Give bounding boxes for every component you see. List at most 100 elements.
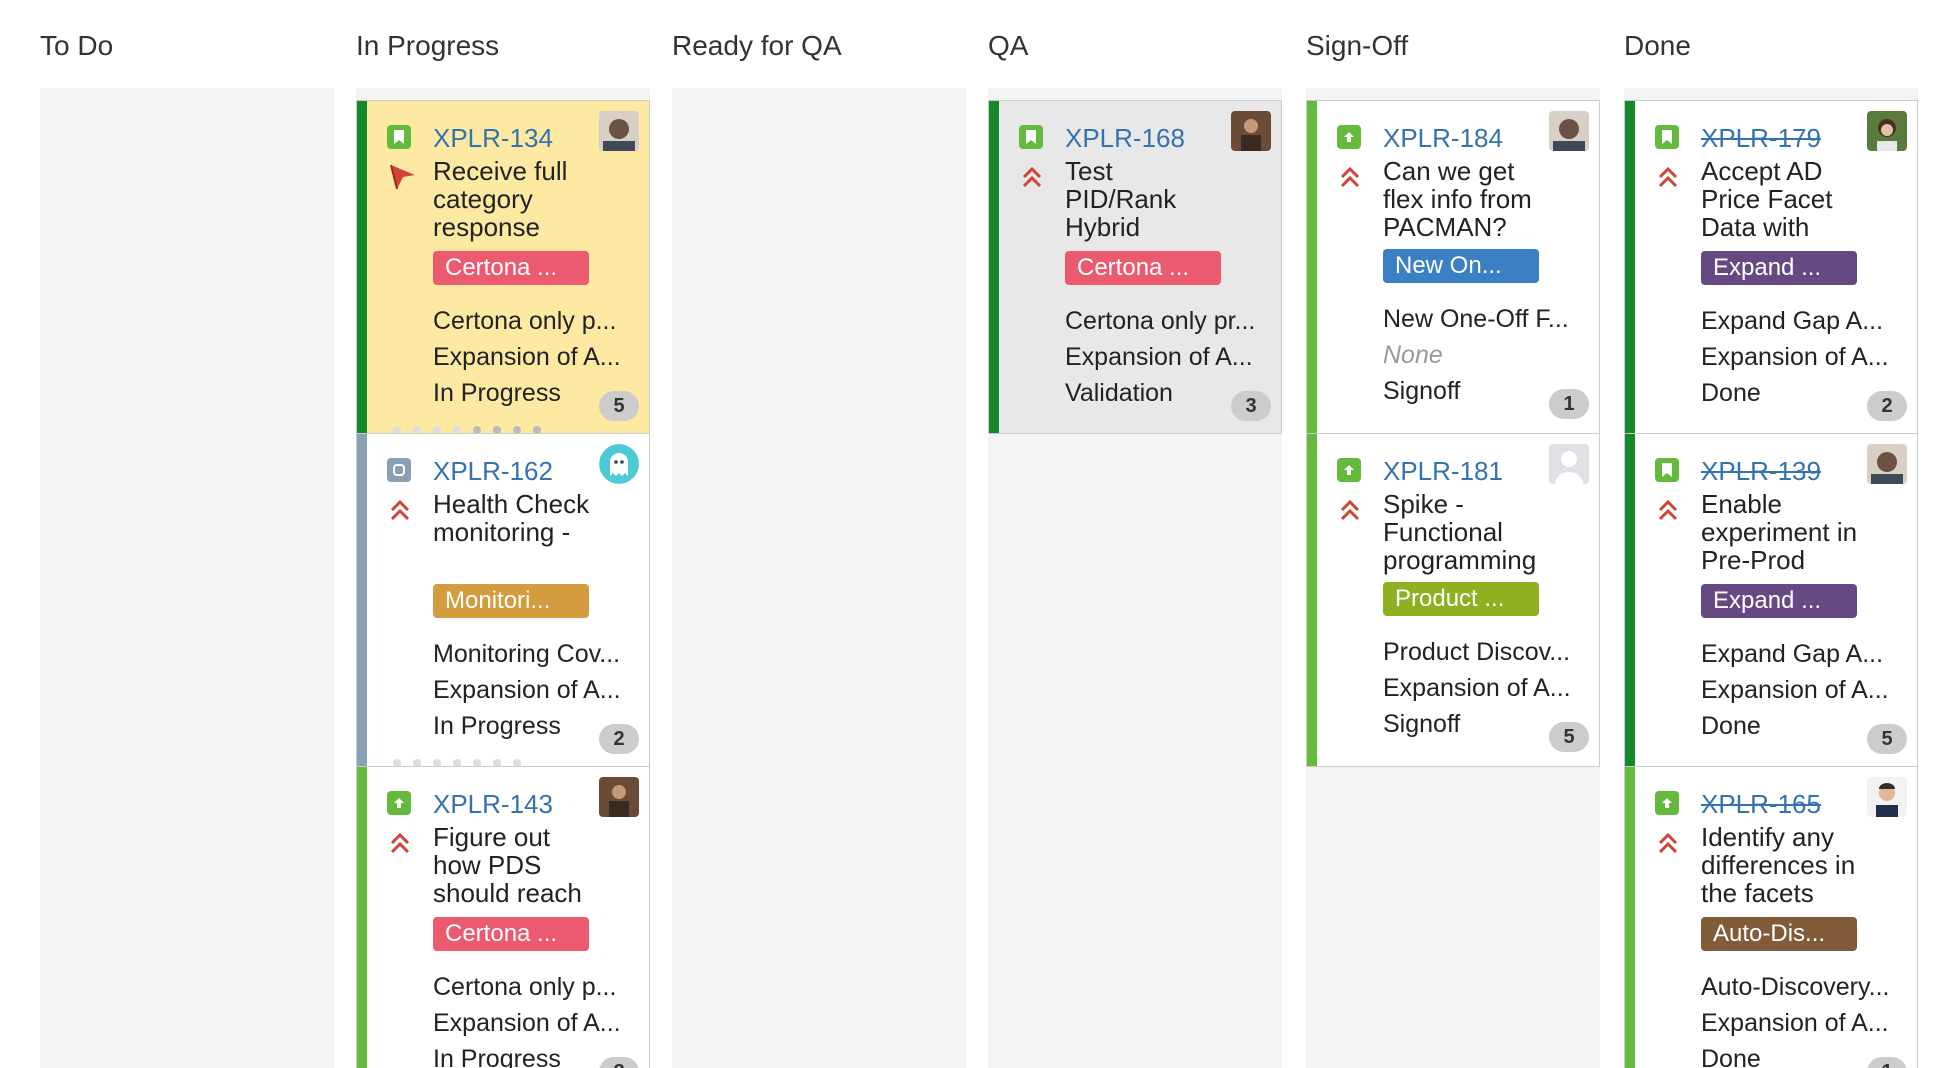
column-header-qa: QA [988, 30, 1029, 61]
story-points-badge: 3 [1231, 391, 1271, 421]
issue-summary: Can we get flex info from PACMAN? [1383, 156, 1532, 242]
improvement-icon [1655, 791, 1679, 815]
assignee-avatar[interactable] [1867, 111, 1907, 151]
epic-label[interactable]: Monitori... [433, 584, 589, 618]
assignee-avatar[interactable] [599, 444, 639, 484]
flag-icon [387, 163, 415, 191]
card-field-epic: Expand Gap A... [1701, 307, 1884, 335]
issue-key-link[interactable]: XPLR-168 [1065, 123, 1185, 154]
bookmark-icon [1655, 458, 1679, 482]
issue-card-xplr-143[interactable]: XPLR-143 Figure out how PDS should reach… [356, 766, 650, 1068]
assignee-avatar[interactable] [1549, 111, 1589, 151]
card-status-bar [1625, 767, 1635, 1068]
issue-card-xplr-134[interactable]: XPLR-134 Receive full category response … [356, 100, 650, 434]
card-field-epic: Certona only pr... [1065, 307, 1256, 335]
bookmark-icon [1019, 125, 1043, 149]
card-status-bar [989, 101, 999, 433]
card-field-feature: Expansion of A... [433, 676, 621, 704]
column-header-to-do: To Do [40, 30, 114, 61]
priority-highest-icon [1655, 829, 1681, 857]
priority-highest-icon [387, 496, 413, 524]
priority-highest-icon [387, 829, 413, 857]
issue-card-xplr-184[interactable]: XPLR-184 Can we get flex info from PACMA… [1306, 100, 1600, 434]
issue-card-xplr-162[interactable]: XPLR-162 Health Check monitoring - Monit… [356, 433, 650, 767]
assignee-avatar[interactable] [599, 111, 639, 151]
card-field-epic: Certona only p... [433, 307, 617, 335]
epic-label[interactable]: Auto-Dis... [1701, 917, 1857, 951]
story-points-badge: 2 [599, 724, 639, 754]
column-header-in-progress: In Progress [356, 30, 500, 61]
epic-label[interactable]: Product ... [1383, 582, 1539, 616]
card-field-feature: Expansion of A... [1383, 674, 1571, 702]
issue-key-link[interactable]: XPLR-181 [1383, 456, 1503, 487]
column-done[interactable]: XPLR-179 Accept AD Price Facet Data with… [1624, 88, 1918, 1068]
issue-summary: Test PID/Rank Hybrid [1065, 156, 1177, 242]
issue-summary: Health Check monitoring - [433, 489, 590, 547]
card-field-epic: Monitoring Cov... [433, 640, 621, 668]
priority-highest-icon [1337, 496, 1363, 524]
issue-key-link[interactable]: XPLR-139 [1701, 456, 1821, 487]
epic-label[interactable]: Expand ... [1701, 584, 1857, 618]
column-header-sign-off: Sign-Off [1306, 30, 1409, 61]
story-points-badge: 5 [599, 391, 639, 421]
card-status-bar [1625, 434, 1635, 766]
epic-label[interactable]: Expand ... [1701, 251, 1857, 285]
issue-card-xplr-179[interactable]: XPLR-179 Accept AD Price Facet Data with… [1624, 100, 1918, 434]
assignee-avatar[interactable] [1867, 444, 1907, 484]
issue-card-xplr-165[interactable]: XPLR-165 Identify any differences in the… [1624, 766, 1918, 1068]
epic-label[interactable]: Certona ... [433, 917, 589, 951]
epic-label[interactable]: New On... [1383, 249, 1539, 283]
column-ready-for-qa[interactable] [672, 88, 966, 1068]
card-field-feature: None [1383, 341, 1443, 369]
card-field-epic: Product Discov... [1383, 638, 1571, 666]
issue-key-link[interactable]: XPLR-143 [433, 789, 553, 820]
priority-highest-icon [1655, 496, 1681, 524]
kanban-board: To Do In Progress Ready for QA QA Sign-O… [0, 0, 1934, 1068]
improvement-icon [387, 791, 411, 815]
card-status-bar [357, 101, 367, 433]
card-field-feature: Expansion of A... [433, 1009, 621, 1037]
epic-label[interactable]: Certona ... [433, 251, 589, 285]
default-avatar-icon[interactable] [1549, 444, 1589, 484]
assignee-avatar[interactable] [599, 777, 639, 817]
card-field-epic: Certona only p... [433, 973, 617, 1001]
card-status-bar [357, 767, 367, 1068]
issue-summary: Receive full category response [433, 156, 568, 242]
issue-key-link[interactable]: XPLR-134 [433, 123, 553, 154]
story-points-badge: 1 [1549, 389, 1589, 419]
improvement-icon [1337, 458, 1361, 482]
issue-key-link[interactable]: XPLR-162 [433, 456, 553, 487]
column-to-do[interactable] [40, 88, 334, 1068]
issue-summary: Figure out how PDS should reach [433, 822, 582, 908]
column-header-ready-for-qa: Ready for QA [672, 30, 842, 61]
card-status-bar [1625, 101, 1635, 433]
card-field-epic: Expand Gap A... [1701, 640, 1884, 668]
issue-key-link[interactable]: XPLR-165 [1701, 789, 1821, 820]
issue-card-xplr-168[interactable]: XPLR-168 Test PID/Rank Hybrid Certona ..… [988, 100, 1282, 434]
column-in-progress[interactable]: XPLR-134 Receive full category response … [356, 88, 650, 1068]
issue-key-link[interactable]: XPLR-184 [1383, 123, 1503, 154]
story-points-badge: 2 [1867, 391, 1907, 421]
subtask-icon [387, 458, 411, 482]
card-field-feature: Expansion of A... [1701, 1009, 1889, 1037]
issue-key-link[interactable]: XPLR-179 [1701, 123, 1821, 154]
issue-card-xplr-139[interactable]: XPLR-139 Enable experiment in Pre-Prod E… [1624, 433, 1918, 767]
assignee-avatar[interactable] [1867, 777, 1907, 817]
assignee-avatar[interactable] [1231, 111, 1271, 151]
improvement-icon [1337, 125, 1361, 149]
issue-summary: Enable experiment in Pre-Prod [1701, 489, 1858, 575]
card-field-feature: Expansion of A... [1701, 343, 1889, 371]
card-field-feature: Expansion of A... [433, 343, 621, 371]
card-field-feature: Expansion of A... [1701, 676, 1889, 704]
column-header-done: Done [1624, 30, 1691, 61]
issue-summary: Spike - Functional programming [1383, 489, 1537, 575]
column-qa[interactable]: XPLR-168 Test PID/Rank Hybrid Certona ..… [988, 88, 1282, 1068]
card-status-bar [1307, 101, 1317, 433]
story-points-badge: 5 [1549, 722, 1589, 752]
card-status-bar [357, 434, 367, 766]
card-field-feature: Expansion of A... [1065, 343, 1253, 371]
card-status-bar [1307, 434, 1317, 766]
epic-label[interactable]: Certona ... [1065, 251, 1221, 285]
column-sign-off[interactable]: XPLR-184 Can we get flex info from PACMA… [1306, 88, 1600, 1068]
issue-card-xplr-181[interactable]: XPLR-181 Spike - Functional programming … [1306, 433, 1600, 767]
